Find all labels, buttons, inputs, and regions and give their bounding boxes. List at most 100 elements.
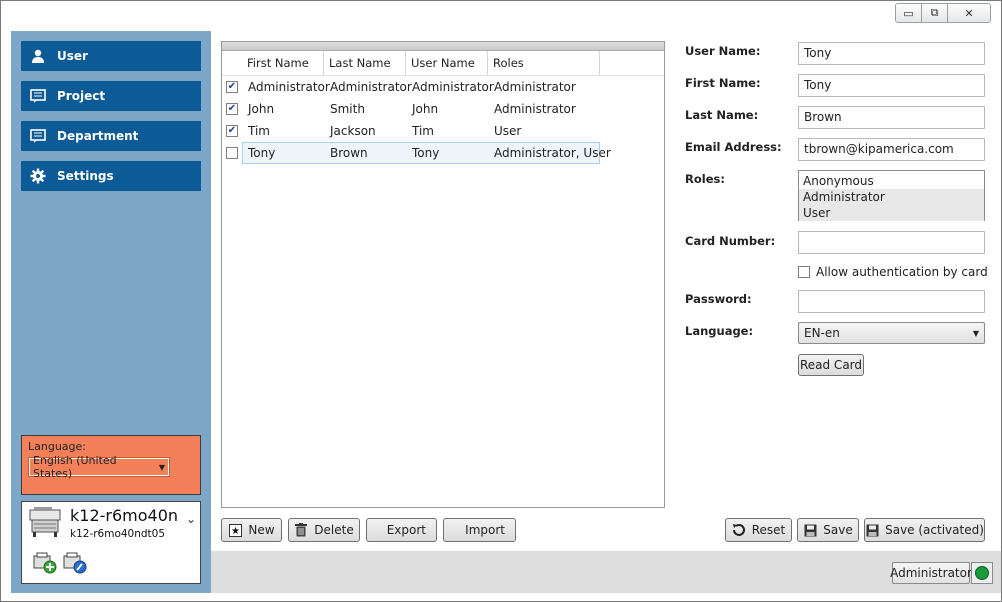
sidebar-item-project[interactable]: Project [21,81,201,111]
device-name: k12-r6mo40n [70,506,179,525]
sidebar-item-label: User [57,49,88,63]
cell-first-name: Tim [248,124,270,138]
table-scroll-header [222,42,664,51]
save-activated-button[interactable]: Save (activated) [864,518,985,542]
status-indicator-icon [975,566,989,580]
save-icon [865,523,879,537]
table-row-selected[interactable]: Tony Brown Tony Administrator, User [222,142,664,164]
cell-roles: Administrator [494,80,576,94]
auth-by-card-label: Allow authentication by card [816,265,988,279]
last-name-label: Last Name: [685,108,759,122]
trash-icon [294,523,308,537]
minimize-button[interactable]: ▭ [896,4,922,22]
cell-user-name: Tony [412,146,440,160]
column-header-roles[interactable]: Roles [488,51,600,75]
cell-user-name: Administrator [412,80,494,94]
read-card-button[interactable]: Read Card [798,354,864,376]
user-name-field[interactable]: Tony [798,42,985,65]
column-header-user-name[interactable]: User Name [406,51,488,75]
email-field[interactable]: tbrown@kipamerica.com [798,138,985,161]
cell-last-name: Jackson [330,124,376,138]
row-checkbox[interactable] [226,147,238,159]
app-window: ▭ ⧉ ✕ User Project Department Settings L… [0,0,1002,602]
cell-first-name: John [248,102,275,116]
table-row[interactable]: ✔ Administrator Administrator Administra… [222,76,664,98]
first-name-field[interactable]: Tony [798,74,985,97]
close-icon: ✕ [964,6,974,20]
row-checkbox[interactable]: ✔ [226,103,238,115]
title-bar: ▭ ⧉ ✕ [1,1,1001,31]
reset-icon [732,523,746,537]
card-number-field[interactable] [798,231,985,254]
user-name-label: User Name: [685,44,761,58]
sidebar-language-select[interactable]: English (United States) ▼ [28,454,170,480]
password-field[interactable] [798,290,985,313]
current-user-button[interactable]: Administrator [890,562,972,584]
roles-option[interactable]: Anonymous [799,173,984,189]
edit-printer-icon[interactable] [62,552,88,574]
maximize-button[interactable]: ⧉ [922,4,948,22]
roles-option-selected[interactable]: User [799,205,984,221]
auth-by-card-checkbox[interactable] [798,266,810,278]
import-button[interactable]: Import [443,518,516,542]
email-label: Email Address: [685,140,782,154]
roles-label: Roles: [685,172,725,186]
sidebar-item-label: Project [57,89,106,103]
language-value: EN-en [804,326,840,340]
save-button[interactable]: Save [797,518,859,542]
department-icon [29,128,47,144]
new-button[interactable]: ★ New [221,518,282,542]
export-button[interactable]: Export [366,518,437,542]
printer-icon [28,506,62,538]
cell-first-name: Administrator [248,80,330,94]
chevron-down-icon[interactable]: ⌄ [186,512,196,526]
save-icon [803,523,817,537]
sidebar: User Project Department Settings Languag… [11,31,211,593]
first-name-label: First Name: [685,76,761,90]
cell-last-name: Smith [330,102,365,116]
language-label: Language: [685,324,754,338]
language-select[interactable]: EN-en ▼ [798,322,985,344]
last-name-field[interactable]: Brown [798,106,985,129]
sidebar-item-label: Settings [57,169,114,183]
table-header: First Name Last Name User Name Roles [222,51,664,76]
roles-listbox[interactable]: Anonymous Administrator User [798,170,985,221]
sidebar-language-panel: Language: English (United States) ▼ [21,435,201,495]
cell-last-name: Brown [330,146,368,160]
cell-user-name: Tim [412,124,434,138]
add-printer-icon[interactable] [32,552,58,574]
connection-status [971,562,993,584]
sidebar-item-user[interactable]: User [21,41,201,71]
dropdown-arrow-icon: ▼ [158,462,165,472]
row-checkbox[interactable]: ✔ [226,81,238,93]
window-controls: ▭ ⧉ ✕ [895,3,991,23]
row-checkbox[interactable]: ✔ [226,125,238,137]
column-header-last-name[interactable]: Last Name [324,51,406,75]
device-panel: k12-r6mo40n k12-r6mo40ndt05 ⌄ [21,501,201,584]
users-table: First Name Last Name User Name Roles ✔ A… [221,41,665,508]
gear-icon [29,168,47,184]
device-subname: k12-r6mo40ndt05 [70,528,166,540]
password-label: Password: [685,292,752,306]
minimize-icon: ▭ [903,6,914,20]
cell-roles: Administrator [494,102,576,116]
svg-text:★: ★ [231,526,240,537]
cell-user-name: John [412,102,439,116]
auth-by-card-row: Allow authentication by card [798,265,988,279]
delete-button[interactable]: Delete [288,518,360,542]
roles-option-selected[interactable]: Administrator [799,189,984,205]
cell-last-name: Administrator [330,80,412,94]
column-header-first-name[interactable]: First Name [242,51,324,75]
maximize-icon: ⧉ [930,6,939,19]
table-row[interactable]: ✔ Tim Jackson Tim User [222,120,664,142]
sidebar-item-settings[interactable]: Settings [21,161,201,191]
project-icon [29,88,47,104]
new-icon: ★ [228,523,242,537]
card-number-label: Card Number: [685,234,776,248]
table-row[interactable]: ✔ John Smith John Administrator [222,98,664,120]
user-icon [29,48,47,64]
reset-button[interactable]: Reset [725,518,792,542]
close-button[interactable]: ✕ [948,4,990,22]
sidebar-item-department[interactable]: Department [21,121,201,151]
dropdown-arrow-icon: ▼ [972,328,979,338]
